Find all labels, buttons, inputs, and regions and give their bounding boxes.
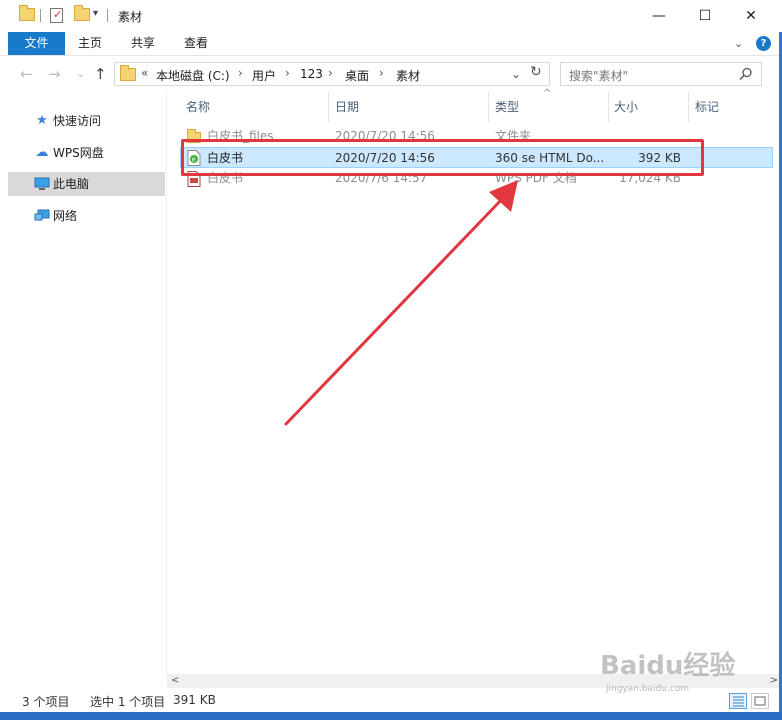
breadcrumb-123[interactable]: 123 [300, 67, 323, 81]
pane-divider[interactable] [166, 92, 167, 674]
divider [40, 9, 41, 22]
selection-count: 选中 1 个项目 [90, 695, 166, 709]
breadcrumb-users[interactable]: 用户 [252, 67, 276, 84]
large-icons-view-button[interactable] [751, 693, 769, 709]
breadcrumb-c-drive[interactable]: 本地磁盘 (C:) [156, 67, 230, 84]
folder-icon [19, 5, 35, 21]
help-icon[interactable]: ? [756, 36, 771, 51]
forward-button[interactable]: → [48, 65, 61, 83]
column-divider[interactable] [688, 92, 689, 122]
column-divider[interactable] [488, 92, 489, 122]
watermark-url: jingyan.baidu.com [606, 684, 690, 694]
sidebar-item-network[interactable]: 网络 [8, 204, 165, 228]
sidebar-item-label: WPS网盘 [53, 146, 104, 160]
cloud-icon: ☁ [35, 145, 49, 160]
breadcrumb-overflow-icon[interactable]: « [141, 66, 148, 80]
scroll-right-icon[interactable]: > [770, 674, 778, 688]
sidebar-item-quick-access[interactable]: ★ 快速访问 [8, 109, 165, 133]
address-bar[interactable]: « 本地磁盘 (C:) › 用户 › 123 › 桌面 › 素材 [114, 62, 550, 86]
refresh-icon[interactable]: ↻ [530, 64, 542, 80]
column-divider[interactable] [608, 92, 609, 122]
chevron-right-icon[interactable]: › [285, 66, 290, 80]
breadcrumb-current[interactable]: 素材 [396, 67, 420, 84]
ribbon-tabs: 文件 主页 共享 查看 ⌄ ? [0, 32, 782, 56]
title-bar: ✓ ▾ 素材 — ☐ ✕ [0, 0, 782, 32]
properties-icon[interactable]: ✓ [50, 8, 63, 23]
sort-indicator-icon: ^ [543, 88, 552, 99]
details-view-button[interactable] [729, 693, 747, 709]
maximize-button[interactable]: ☐ [682, 0, 728, 31]
folder-icon [120, 65, 136, 81]
sidebar-item-this-pc[interactable]: 此电脑 [8, 172, 165, 196]
item-count: 3 个项目 [22, 695, 70, 709]
navigation-pane: ★ 快速访问 ☁ WPS网盘 此电脑 网络 [0, 92, 166, 674]
column-divider[interactable] [328, 92, 329, 122]
network-icon [34, 204, 50, 232]
chevron-right-icon[interactable]: › [238, 66, 243, 80]
tab-file[interactable]: 文件 [8, 32, 65, 55]
watermark-logo: Baidu经验 [600, 651, 736, 681]
column-header-size[interactable]: 大小 [614, 96, 638, 118]
highlight-box [181, 139, 704, 176]
tab-share[interactable]: 共享 [119, 32, 167, 55]
address-history-dropdown-icon[interactable]: ⌄ [511, 67, 521, 81]
minimize-button[interactable]: — [636, 0, 682, 31]
search-input[interactable]: 搜索"素材" [560, 62, 762, 86]
search-icon[interactable] [739, 67, 753, 81]
close-button[interactable]: ✕ [728, 0, 774, 31]
sidebar-item-label: 此电脑 [53, 177, 90, 191]
new-folder-icon[interactable] [74, 5, 90, 21]
taskbar-edge [0, 712, 782, 720]
selection-size: 391 KB [173, 693, 216, 707]
scroll-left-icon[interactable]: < [171, 674, 179, 688]
breadcrumb-desktop[interactable]: 桌面 [345, 67, 369, 84]
sidebar-item-label: 快速访问 [53, 114, 102, 128]
column-header-name[interactable]: 名称 [186, 96, 210, 118]
column-header-date[interactable]: 日期 [335, 96, 359, 118]
window-title: 素材 [118, 10, 143, 24]
back-button[interactable]: ← [20, 65, 33, 83]
quick-access-dropdown-icon[interactable]: ▾ [93, 8, 98, 19]
star-icon: ★ [36, 113, 48, 128]
sidebar-item-wps-cloud[interactable]: ☁ WPS网盘 [8, 141, 165, 165]
column-header-type[interactable]: 类型 [495, 96, 519, 118]
chevron-right-icon[interactable]: › [328, 66, 333, 80]
computer-icon [34, 172, 50, 200]
divider [107, 9, 108, 22]
expand-ribbon-icon[interactable]: ⌄ [734, 37, 743, 50]
tab-home[interactable]: 主页 [66, 32, 114, 55]
search-placeholder: 搜索"素材" [569, 69, 629, 83]
sidebar-item-label: 网络 [53, 209, 78, 223]
recent-locations-icon[interactable]: ⌄ [76, 67, 85, 80]
up-button[interactable]: ↑ [94, 65, 107, 83]
column-header-tags[interactable]: 标记 [695, 96, 719, 118]
tab-view[interactable]: 查看 [172, 32, 220, 55]
chevron-right-icon[interactable]: › [379, 66, 384, 80]
explorer-window: ✓ ▾ 素材 — ☐ ✕ 文件 主页 共享 查看 ⌄ ? ← → ⌄ ↑ « 本… [0, 0, 782, 720]
